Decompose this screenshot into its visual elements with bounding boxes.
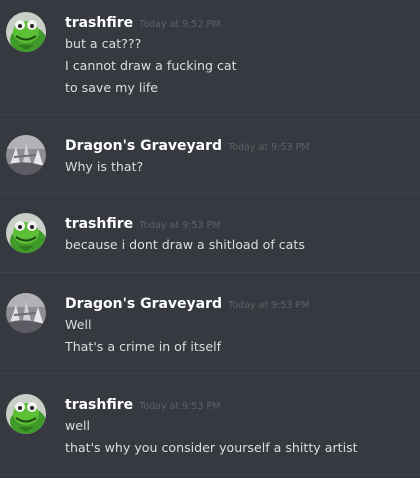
kermit-avatar-icon[interactable] <box>6 213 46 253</box>
message-body: because i dont draw a shitload of cats <box>65 234 415 256</box>
message-line: well <box>65 418 91 433</box>
username[interactable]: Dragon's Graveyard <box>65 296 222 312</box>
message-divider <box>0 193 420 194</box>
username[interactable]: trashfire <box>65 15 133 31</box>
message-header: Dragon's Graveyard Today at 9:53 PM <box>65 293 309 313</box>
graveyard-avatar-icon[interactable] <box>6 293 46 333</box>
message-line: but a cat??? <box>65 36 142 51</box>
message-line: Why is that? <box>65 159 144 174</box>
message-body: Well That's a crime in of itself <box>65 314 415 358</box>
message-body: but a cat??? I cannot draw a fucking cat… <box>65 33 415 99</box>
message-group: Dragon's Graveyard Today at 9:53 PM Why i… <box>0 135 420 180</box>
kermit-avatar-icon[interactable] <box>6 12 46 52</box>
message-body: Why is that? <box>65 156 415 178</box>
timestamp: Today at 9:52 PM <box>139 19 221 30</box>
message-divider <box>0 114 420 115</box>
timestamp: Today at 9:53 PM <box>139 220 221 231</box>
username[interactable]: trashfire <box>65 216 133 232</box>
chat-messages: trashfire Today at 9:52 PM but a cat??? I… <box>0 0 420 478</box>
message-header: trashfire Today at 9:53 PM <box>65 213 220 233</box>
graveyard-avatar-icon[interactable] <box>6 135 46 175</box>
message-line: That's a crime in of itself <box>65 339 222 354</box>
message-header: Dragon's Graveyard Today at 9:53 PM <box>65 135 309 155</box>
message-group: trashfire Today at 9:53 PM because i dont… <box>0 213 420 258</box>
message-header: trashfire Today at 9:53 PM <box>65 394 220 414</box>
message-group: trashfire Today at 9:53 PM well that's wh… <box>0 394 420 464</box>
message-line: that's why you consider yourself a shitt… <box>65 440 358 455</box>
message-group: trashfire Today at 9:52 PM but a cat??? I… <box>0 12 420 102</box>
message-body: well that's why you consider yourself a … <box>65 415 415 459</box>
username[interactable]: trashfire <box>65 397 133 413</box>
message-line: Well <box>65 317 92 332</box>
message-divider <box>0 474 420 475</box>
message-line: to save my life <box>65 80 159 95</box>
kermit-avatar-icon[interactable] <box>6 394 46 434</box>
timestamp: Today at 9:53 PM <box>228 142 310 153</box>
message-line: I cannot draw a fucking cat <box>65 58 237 73</box>
message-line: because i dont draw a shitload of cats <box>65 237 305 252</box>
username[interactable]: Dragon's Graveyard <box>65 138 222 154</box>
message-divider <box>0 373 420 374</box>
message-header: trashfire Today at 9:52 PM <box>65 12 220 32</box>
message-group: Dragon's Graveyard Today at 9:53 PM Well … <box>0 293 420 363</box>
timestamp: Today at 9:53 PM <box>228 300 310 311</box>
timestamp: Today at 9:53 PM <box>139 401 221 412</box>
message-divider <box>0 272 420 273</box>
